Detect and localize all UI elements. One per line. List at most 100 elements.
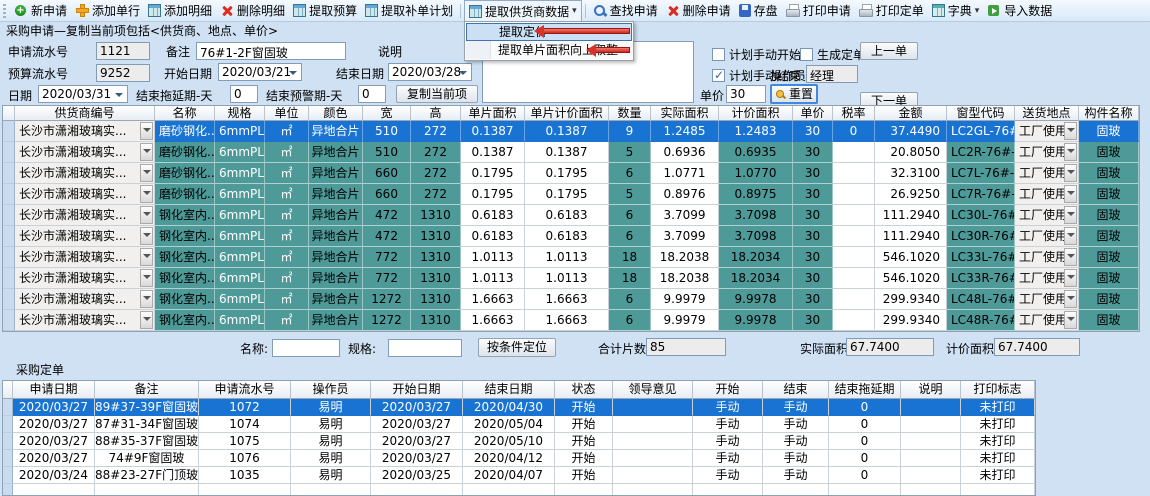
remark-input[interactable]: 76#1-2F窗固玻: [196, 42, 346, 60]
cell-combo[interactable]: 长沙市潇湘玻璃实...: [15, 268, 155, 289]
reset-button[interactable]: 重置: [770, 84, 818, 104]
row-selector[interactable]: [3, 247, 15, 268]
import-data-button[interactable]: 导入数据: [983, 1, 1056, 20]
cell-combo[interactable]: 长沙市潇湘玻璃实...: [15, 121, 155, 142]
new-application-button[interactable]: 新申请: [10, 1, 71, 20]
cell-combo[interactable]: 长沙市潇湘玻璃实...: [15, 163, 155, 184]
row-selector[interactable]: [3, 205, 15, 226]
cell-combo[interactable]: 长沙市潇湘玻璃实...: [15, 226, 155, 247]
row-selector[interactable]: [3, 142, 15, 163]
end-date-combo[interactable]: 2020/03/28: [388, 63, 472, 81]
serial-input[interactable]: 1121: [96, 42, 150, 60]
table-row[interactable]: 长沙市潇湘玻璃实...钢化室内...6mmPLE...㎡异地合片77213101…: [3, 268, 1139, 289]
delete-detail-button[interactable]: 删除明细: [216, 1, 289, 20]
table-row[interactable]: 2020/03/2788#35-37F窗固玻1075易明2020/03/2720…: [3, 433, 1035, 450]
row-selector[interactable]: [3, 416, 13, 433]
row-selector[interactable]: [3, 467, 13, 484]
dropdown-button[interactable]: [140, 143, 153, 161]
row-selector[interactable]: [3, 184, 15, 205]
row-selector[interactable]: [3, 399, 13, 416]
cell-combo[interactable]: 长沙市潇湘玻璃实...: [15, 310, 155, 331]
row-selector[interactable]: [3, 121, 15, 142]
table-row[interactable]: 长沙市潇湘玻璃实...磨砂钢化...6mmPLE...㎡异地合片6602720.…: [3, 163, 1139, 184]
filter-name-input[interactable]: [272, 339, 340, 357]
total-pieces-field[interactable]: 85: [646, 338, 726, 356]
dropdown-button[interactable]: [140, 290, 153, 308]
dictionary-button[interactable]: 字典▾: [928, 1, 984, 20]
table-row[interactable]: 长沙市潇湘玻璃实...磨砂钢化...6mmPLE...㎡异地合片5102720.…: [3, 142, 1139, 163]
table-row[interactable]: 长沙市潇湘玻璃实...钢化室内...6mmPLE...㎡异地合片47213100…: [3, 226, 1139, 247]
budget-input[interactable]: 9252: [96, 64, 150, 82]
dropdown-button[interactable]: [1064, 206, 1077, 224]
row-selector[interactable]: [3, 433, 13, 450]
cell-combo[interactable]: 长沙市潇湘玻璃实...: [15, 142, 155, 163]
dropdown-button[interactable]: [1064, 311, 1077, 329]
cell-combo[interactable]: 工厂使用: [1015, 226, 1079, 247]
cell-combo[interactable]: 长沙市潇湘玻璃实...: [15, 184, 155, 205]
cell-combo[interactable]: 长沙市潇湘玻璃实...: [15, 247, 155, 268]
row-selector[interactable]: [3, 450, 13, 467]
filter-spec-input[interactable]: [388, 339, 462, 357]
table-row[interactable]: 2020/03/2789#37-39F窗固玻1072易明2020/03/2720…: [3, 399, 1035, 416]
cell-combo[interactable]: 长沙市潇湘玻璃实...: [15, 205, 155, 226]
operator-input[interactable]: 经理: [806, 65, 858, 83]
table-row[interactable]: 长沙市潇湘玻璃实...钢化室内...6mmPLE...㎡异地合片12721310…: [3, 289, 1139, 310]
add-detail-button[interactable]: 添加明细: [144, 1, 216, 20]
dropdown-button[interactable]: [140, 206, 153, 224]
dropdown-button[interactable]: [1064, 143, 1077, 161]
row-selector[interactable]: [3, 310, 15, 331]
row-selector[interactable]: [3, 226, 15, 247]
cell-combo[interactable]: 工厂使用: [1015, 121, 1079, 142]
extract-supplier-data-button[interactable]: 提取供货商数据▾: [464, 0, 582, 21]
dropdown-button[interactable]: [1064, 185, 1077, 203]
warn-input[interactable]: 0: [358, 85, 386, 103]
delete-application-button[interactable]: 删除申请: [662, 1, 735, 20]
date-combo[interactable]: 2020/03/31: [38, 85, 128, 103]
dropdown-button[interactable]: [1064, 290, 1077, 308]
cell-combo[interactable]: 工厂使用: [1015, 205, 1079, 226]
row-selector[interactable]: [3, 268, 15, 289]
table-row[interactable]: 长沙市潇湘玻璃实...磨砂钢化...6mmPLE...㎡异地合片6602720.…: [3, 184, 1139, 205]
cell-combo[interactable]: 工厂使用: [1015, 247, 1079, 268]
unit-price-input[interactable]: 30: [726, 85, 766, 103]
cell-combo[interactable]: 工厂使用: [1015, 289, 1079, 310]
dropdown-button[interactable]: [1064, 248, 1077, 266]
table-row[interactable]: 长沙市潇湘玻璃实...钢化室内...6mmPLE...㎡异地合片47213100…: [3, 205, 1139, 226]
extract-budget-button[interactable]: 提取预算: [289, 1, 361, 20]
extract-supplement-plan-button[interactable]: 提取补单计划: [361, 1, 457, 20]
dropdown-button[interactable]: [140, 269, 153, 287]
table-row[interactable]: 长沙市潇湘玻璃实...磨砂钢化...6mmPLE...㎡异地合片5102720.…: [3, 121, 1139, 142]
cell-combo[interactable]: 工厂使用: [1015, 268, 1079, 289]
row-selector[interactable]: [3, 484, 13, 496]
print-order-button[interactable]: 打印定单: [855, 1, 928, 20]
dropdown-button[interactable]: [140, 122, 153, 140]
row-selector[interactable]: [3, 289, 15, 310]
cell-combo[interactable]: 工厂使用: [1015, 310, 1079, 331]
add-single-row-button[interactable]: 添加单行: [71, 1, 144, 20]
table-row[interactable]: 长沙市潇湘玻璃实...钢化室内...6mmPLE...㎡异地合片77213101…: [3, 247, 1139, 268]
cell-combo[interactable]: 工厂使用: [1015, 184, 1079, 205]
dropdown-button[interactable]: [140, 185, 153, 203]
table-row[interactable]: 长沙市潇湘玻璃实...钢化室内...6mmPLE...㎡异地合片12721310…: [3, 310, 1139, 331]
previous-order-button[interactable]: 上一单: [860, 42, 918, 60]
start-date-combo[interactable]: 2020/03/21: [218, 63, 302, 81]
dropdown-button[interactable]: [140, 227, 153, 245]
dropdown-button[interactable]: [140, 248, 153, 266]
priced-area-field[interactable]: 67.7400: [994, 338, 1080, 356]
find-application-button[interactable]: 查找申请: [589, 1, 662, 20]
dropdown-button[interactable]: [1064, 227, 1077, 245]
dropdown-button[interactable]: [140, 164, 153, 182]
checkbox-generate-order[interactable]: 生成定单: [800, 46, 865, 63]
dropdown-button[interactable]: [1064, 269, 1077, 287]
locate-by-condition-button[interactable]: 按条件定位: [478, 338, 556, 357]
table-row[interactable]: 2020/03/2787#31-34F窗固玻1074易明2020/03/2720…: [3, 416, 1035, 433]
delay-input[interactable]: 0: [230, 85, 258, 103]
row-selector[interactable]: [3, 163, 15, 184]
dropdown-button[interactable]: [140, 311, 153, 329]
cell-combo[interactable]: 工厂使用: [1015, 163, 1079, 184]
save-button[interactable]: 存盘: [735, 1, 782, 20]
print-application-button[interactable]: 打印申请: [782, 1, 855, 20]
dropdown-button[interactable]: [1064, 122, 1077, 140]
copy-current-button[interactable]: 复制当前项: [396, 85, 478, 103]
checkbox-plan-manual-start[interactable]: 计划手动开始: [712, 46, 801, 63]
